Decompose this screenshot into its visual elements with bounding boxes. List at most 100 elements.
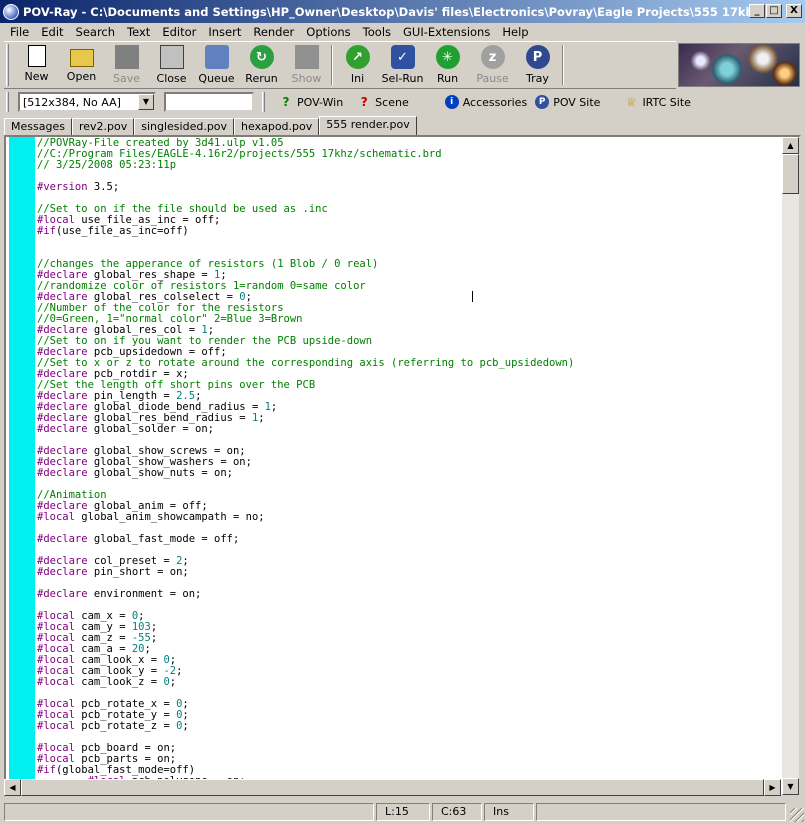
tray-label: Tray — [526, 72, 549, 85]
irtc-site-label: IRTC Site — [642, 95, 691, 109]
toolbar-grip[interactable] — [6, 92, 9, 112]
status-bar: L:15 C:63 Ins — [0, 801, 805, 823]
pov-site-icon: P — [535, 95, 550, 109]
menu-help[interactable]: Help — [496, 25, 534, 39]
open-folder-icon — [69, 49, 94, 67]
status-extra-pane — [536, 803, 786, 821]
scene-help-link[interactable]: ? Scene — [357, 95, 409, 109]
code-area[interactable]: //POVRay-File created by 3d41.ulp v1.05/… — [37, 138, 783, 787]
code-line[interactable]: #declare global_fast_mode = off; — [37, 534, 783, 545]
scroll-up-button[interactable]: ▲ — [782, 137, 799, 154]
code-line[interactable]: #declare pin_short = on; — [37, 567, 783, 578]
title-bar[interactable]: POV-Ray - C:\Documents and Settings\HP_O… — [0, 0, 805, 23]
code-line[interactable]: #local global_anim_showcampath = no; — [37, 512, 783, 523]
pov-site-label: POV Site — [553, 95, 601, 109]
scroll-left-button[interactable]: ◀ — [4, 779, 21, 796]
menu-tools[interactable]: Tools — [357, 25, 397, 39]
code-line[interactable]: #if(use_file_as_inc=off) — [37, 226, 783, 237]
pov-win-help-link[interactable]: ? POV-Win — [279, 95, 344, 109]
sel-run-button[interactable]: ✓ Sel-Run — [380, 42, 425, 86]
new-file-icon — [27, 45, 46, 67]
toolbar-separator — [331, 45, 333, 85]
code-line[interactable]: #declare environment = on; — [37, 589, 783, 600]
tab-rev2[interactable]: rev2.pov — [71, 118, 135, 136]
resolution-select[interactable]: [512x384, No AA] ▼ — [18, 92, 156, 112]
code-line[interactable] — [37, 600, 783, 611]
toolbar-separator — [562, 45, 564, 85]
povray-logo-icon — [3, 3, 19, 20]
status-message-pane — [4, 803, 374, 821]
run-button[interactable]: ✳ Run — [425, 42, 470, 86]
menu-editor[interactable]: Editor — [156, 25, 202, 39]
toolbar-grip[interactable] — [262, 92, 265, 112]
pov-site-link[interactable]: P POV Site — [535, 95, 600, 109]
horizontal-scroll-thumb[interactable] — [21, 779, 764, 796]
code-line[interactable] — [37, 237, 783, 248]
status-insert-mode: Ins — [484, 803, 534, 821]
main-toolbar: New Open Save Close Queue ↻ Rerun Show ↗… — [4, 41, 676, 89]
accessories-label: Accessories — [462, 95, 528, 109]
scroll-right-button[interactable]: ▶ — [764, 779, 781, 796]
code-line[interactable]: #declare global_show_nuts = on; — [37, 468, 783, 479]
chevron-down-icon[interactable]: ▼ — [138, 94, 154, 110]
open-label: Open — [66, 70, 97, 83]
open-button[interactable]: Open — [59, 42, 104, 86]
editor-gutter[interactable] — [9, 137, 35, 795]
code-line[interactable] — [37, 171, 783, 182]
tab-555-render[interactable]: 555 render.pov — [319, 116, 417, 137]
menu-search[interactable]: Search — [70, 25, 122, 39]
menu-gui-extensions[interactable]: GUI-Extensions — [397, 25, 496, 39]
tab-singlesided[interactable]: singlesided.pov — [134, 118, 235, 136]
show-label: Show — [291, 72, 322, 85]
code-line[interactable]: #version 3.5; — [37, 182, 783, 193]
menu-edit[interactable]: Edit — [35, 25, 69, 39]
queue-button[interactable]: Queue — [194, 42, 239, 86]
horizontal-scrollbar[interactable]: ◀ ▶ — [4, 779, 781, 796]
scroll-down-button[interactable]: ▼ — [782, 778, 799, 795]
command-input[interactable] — [164, 92, 254, 112]
show-button[interactable]: Show — [284, 42, 329, 86]
text-cursor — [472, 291, 473, 302]
vertical-scroll-thumb[interactable] — [782, 154, 799, 194]
tab-messages[interactable]: Messages — [4, 118, 72, 136]
tray-button[interactable]: P Tray — [515, 42, 560, 86]
save-button[interactable]: Save — [104, 42, 149, 86]
pause-button[interactable]: z Pause — [470, 42, 515, 86]
document-tabs: Messages rev2.pov singlesided.pov hexapo… — [4, 116, 417, 137]
code-line[interactable]: #declare global_solder = on; — [37, 424, 783, 435]
rerun-label: Rerun — [245, 72, 278, 85]
scene-label: Scene — [375, 95, 409, 109]
menu-options[interactable]: Options — [300, 25, 356, 39]
ini-button[interactable]: ↗ Ini — [335, 42, 380, 86]
ini-label: Ini — [350, 72, 365, 85]
queue-icon — [204, 45, 229, 69]
code-editor[interactable]: //POVRay-File created by 3d41.ulp v1.05/… — [4, 135, 801, 797]
irtc-site-link[interactable]: ♕ IRTC Site — [624, 95, 691, 109]
toolbar-grip[interactable] — [6, 44, 9, 86]
queue-label: Queue — [198, 72, 235, 85]
code-line[interactable] — [37, 479, 783, 490]
menu-insert[interactable]: Insert — [202, 25, 247, 39]
code-line[interactable]: // 3/25/2008 05:23:11p — [37, 160, 783, 171]
vertical-scrollbar[interactable]: ▲ ▼ — [782, 137, 799, 795]
maximize-button[interactable]: □ — [766, 4, 782, 18]
menu-text[interactable]: Text — [121, 25, 156, 39]
code-line[interactable]: #local cam_look_z = 0; — [37, 677, 783, 688]
close-document-icon — [159, 45, 184, 69]
close-button[interactable]: X — [786, 4, 802, 18]
tab-hexapod[interactable]: hexapod.pov — [234, 118, 320, 136]
tray-icon: P — [525, 45, 550, 69]
resize-grip[interactable] — [790, 808, 804, 822]
minimize-button[interactable]: _ — [749, 4, 765, 18]
show-icon — [294, 45, 319, 69]
info-icon: i — [444, 95, 459, 109]
code-line[interactable]: #local pcb_rotate_z = 0; — [37, 721, 783, 732]
sel-run-icon: ✓ — [390, 45, 415, 69]
menu-render[interactable]: Render — [247, 25, 300, 39]
accessories-link[interactable]: i Accessories — [444, 95, 528, 109]
close-doc-button[interactable]: Close — [149, 42, 194, 86]
new-button[interactable]: New — [14, 42, 59, 86]
rerun-button[interactable]: ↻ Rerun — [239, 42, 284, 86]
menu-file[interactable]: File — [4, 25, 35, 39]
pov-win-label: POV-Win — [297, 95, 344, 109]
